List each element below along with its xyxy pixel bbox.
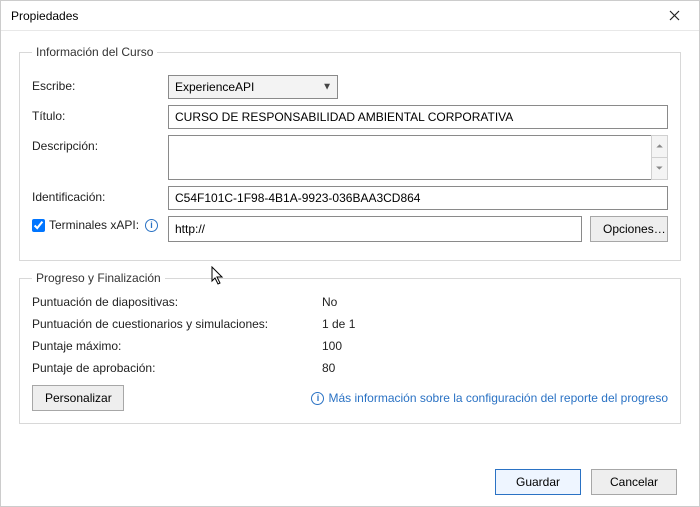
xapi-label-wrap[interactable]: Terminales xAPI: i	[32, 216, 160, 232]
window-title: Propiedades	[11, 9, 657, 23]
xapi-checkbox[interactable]	[32, 219, 45, 232]
pass-score-value: 80	[322, 361, 668, 375]
save-button[interactable]: Guardar	[495, 469, 581, 495]
max-score-label: Puntaje máximo:	[32, 339, 322, 353]
cancel-button[interactable]: Cancelar	[591, 469, 677, 495]
course-info-legend: Información del Curso	[32, 45, 157, 59]
close-icon[interactable]	[657, 3, 691, 29]
progress-help-link[interactable]: i Más información sobre la configuración…	[309, 391, 668, 405]
max-score-value: 100	[322, 339, 668, 353]
slide-scoring-label: Puntuación de diapositivas:	[32, 295, 322, 309]
progress-group: Progreso y Finalización Puntuación de di…	[19, 271, 681, 424]
quiz-scoring-label: Puntuación de cuestionarios y simulacion…	[32, 317, 322, 331]
dialog-footer: Guardar Cancelar	[1, 458, 699, 506]
info-icon: i	[311, 392, 324, 405]
progress-help-text: Más información sobre la configuración d…	[328, 391, 668, 405]
info-icon[interactable]: i	[145, 219, 158, 232]
type-select[interactable]: ExperienceAPI	[168, 75, 338, 99]
id-label: Identificación:	[32, 186, 160, 204]
title-label: Título:	[32, 105, 160, 123]
scroll-down-icon[interactable]: ⏷	[652, 157, 667, 179]
id-input[interactable]	[168, 186, 668, 210]
description-label: Descripción:	[32, 135, 160, 153]
slide-scoring-value: No	[322, 295, 668, 309]
customize-button[interactable]: Personalizar	[32, 385, 124, 411]
xapi-label: Terminales xAPI:	[49, 218, 139, 232]
course-info-group: Información del Curso Escribe: Experienc…	[19, 45, 681, 261]
type-label: Escribe:	[32, 75, 160, 93]
title-input[interactable]	[168, 105, 668, 129]
description-textarea[interactable]	[168, 135, 651, 180]
options-button[interactable]: Opciones…	[590, 216, 668, 242]
textarea-scrollbar[interactable]: ⏶ ⏷	[651, 135, 668, 180]
pass-score-label: Puntaje de aprobación:	[32, 361, 322, 375]
scroll-up-icon[interactable]: ⏶	[652, 136, 667, 157]
titlebar: Propiedades	[1, 1, 699, 31]
xapi-endpoint-input[interactable]	[168, 216, 582, 242]
progress-legend: Progreso y Finalización	[32, 271, 165, 285]
quiz-scoring-value: 1 de 1	[322, 317, 668, 331]
